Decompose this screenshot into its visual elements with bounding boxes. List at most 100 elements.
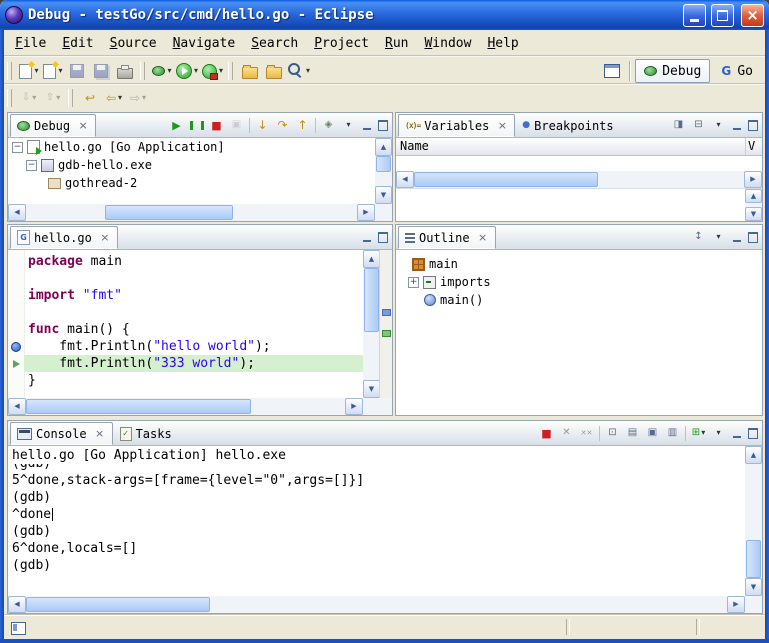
menu-source[interactable]: Source xyxy=(102,33,165,54)
title-bar[interactable]: Debug - testGo/src/cmd/hello.go - Eclips… xyxy=(0,0,769,30)
collapse-all-button[interactable]: ⊟ xyxy=(689,115,708,135)
scrollbar-thumb[interactable] xyxy=(105,205,233,220)
gutter-cell[interactable] xyxy=(8,355,24,372)
scrollbar-track[interactable] xyxy=(26,204,357,221)
minimize-window-button[interactable] xyxy=(683,4,706,27)
new-wizard-button[interactable]: ▾ xyxy=(17,60,41,82)
tab-outline[interactable]: Outline xyxy=(398,226,496,249)
tab-variables[interactable]: (x)= Variables xyxy=(398,114,515,137)
scroll-lock-button[interactable]: ⊡ xyxy=(603,423,622,443)
code-line[interactable]: fmt.Println("hello world"); xyxy=(24,338,363,355)
scroll-up-button[interactable] xyxy=(375,138,392,156)
new-project-button[interactable]: ▾ xyxy=(41,60,65,82)
scroll-up-button[interactable] xyxy=(745,446,762,464)
variables-tree[interactable] xyxy=(396,156,762,171)
menu-project[interactable]: Project xyxy=(306,33,377,54)
suspend-button[interactable] xyxy=(187,115,206,135)
open-console-button[interactable]: ⊞▾ xyxy=(689,423,708,443)
scroll-up-button[interactable] xyxy=(745,189,762,203)
outline-item-package[interactable]: main xyxy=(396,255,762,273)
sort-button[interactable]: ↕ xyxy=(689,227,708,247)
close-view-button[interactable] xyxy=(496,120,508,132)
debug-tree-row-launch[interactable]: hello.go [Go Application] xyxy=(8,138,392,156)
scrollbar-track[interactable] xyxy=(745,203,762,207)
step-return-button[interactable]: ↑ xyxy=(293,115,312,135)
horizontal-scrollbar[interactable] xyxy=(396,171,762,188)
console-minimize-button[interactable] xyxy=(729,425,744,441)
debug-tree-row-thread[interactable]: gothread-2 xyxy=(8,174,392,192)
restore-window-button[interactable] xyxy=(711,4,734,27)
remove-all-launches-button[interactable]: ✕✕ xyxy=(577,423,596,443)
gutter-cell[interactable] xyxy=(8,338,24,355)
pin-console-button[interactable]: ▣ xyxy=(643,423,662,443)
scroll-left-button[interactable] xyxy=(8,398,26,415)
code-line[interactable]: import "fmt" xyxy=(24,287,363,304)
gutter-cell[interactable] xyxy=(8,304,24,321)
scrollbar-track[interactable] xyxy=(375,156,392,186)
step-into-button[interactable]: ↓ xyxy=(253,115,272,135)
scroll-down-button[interactable] xyxy=(375,186,392,204)
tab-breakpoints[interactable]: ● Breakpoints xyxy=(516,115,619,136)
scroll-left-button[interactable] xyxy=(8,204,26,221)
code-line-current-debug-line[interactable]: fmt.Println("333 world"); xyxy=(24,355,363,372)
scroll-right-button[interactable] xyxy=(357,204,375,221)
search-button[interactable]: ▾ xyxy=(286,60,312,82)
code-line[interactable] xyxy=(24,270,363,287)
console-maximize-button[interactable] xyxy=(745,425,760,441)
horizontal-scrollbar[interactable] xyxy=(8,398,363,415)
vertical-scrollbar[interactable] xyxy=(375,138,392,204)
display-selected-console-button[interactable]: ▥ xyxy=(663,423,682,443)
variables-minimize-button[interactable] xyxy=(729,117,744,133)
show-type-names-button[interactable]: ◨ xyxy=(669,115,688,135)
scroll-right-button[interactable] xyxy=(727,596,745,613)
scroll-right-button[interactable] xyxy=(744,171,762,188)
toolbar-grip[interactable] xyxy=(140,62,145,80)
vertical-scrollbar[interactable] xyxy=(363,250,380,398)
code-line[interactable]: package main xyxy=(24,253,363,270)
menu-window[interactable]: Window xyxy=(416,33,479,54)
editor-maximize-button[interactable] xyxy=(375,229,390,245)
outline-maximize-button[interactable] xyxy=(745,229,760,245)
step-over-button[interactable]: ↷ xyxy=(273,115,292,135)
vertical-scrollbar[interactable] xyxy=(745,189,762,221)
last-edit-location-button[interactable]: ↩ xyxy=(78,87,102,109)
use-step-filters-button[interactable]: ◈ xyxy=(319,115,338,135)
run-launch-button[interactable]: ▾ xyxy=(174,60,200,82)
scrollbar-track[interactable] xyxy=(363,268,380,380)
variables-detail-pane[interactable] xyxy=(396,188,762,221)
back-button[interactable]: ⇦▾ xyxy=(102,87,126,109)
scroll-left-button[interactable] xyxy=(8,596,26,613)
scrollbar-thumb[interactable] xyxy=(376,156,391,172)
terminate-button[interactable]: ■ xyxy=(537,423,556,443)
previous-annotation-button[interactable]: ⇧▾ xyxy=(41,87,65,109)
scrollbar-track[interactable] xyxy=(745,464,762,578)
scrollbar-thumb[interactable] xyxy=(746,540,761,578)
expander-icon[interactable] xyxy=(26,160,37,171)
forward-button[interactable]: ⇨▾ xyxy=(126,87,150,109)
menu-search[interactable]: Search xyxy=(243,33,306,54)
editor-minimize-button[interactable] xyxy=(359,229,374,245)
gutter-cell[interactable] xyxy=(8,372,24,389)
code-line[interactable] xyxy=(24,304,363,321)
menu-edit[interactable]: Edit xyxy=(54,33,101,54)
close-editor-button[interactable] xyxy=(99,232,111,244)
scroll-down-button[interactable] xyxy=(745,578,762,596)
scroll-up-button[interactable] xyxy=(363,250,380,268)
gutter-cell[interactable] xyxy=(8,270,24,287)
toolbar-grip[interactable] xyxy=(7,62,12,80)
close-view-button[interactable] xyxy=(477,232,489,244)
debug-minimize-button[interactable] xyxy=(359,117,374,133)
outline-item-main-func[interactable]: main() xyxy=(396,291,762,309)
gutter-cell[interactable] xyxy=(8,253,24,270)
tab-hello-go[interactable]: hello.go xyxy=(10,226,118,249)
code-area[interactable]: package main import "fmt" func main() { … xyxy=(24,250,363,398)
menu-help[interactable]: Help xyxy=(479,33,526,54)
outline-view-menu-button[interactable]: ▾ xyxy=(709,227,728,247)
go-perspective-button[interactable]: Go xyxy=(712,60,761,82)
remove-launch-button[interactable]: ✕ xyxy=(557,423,576,443)
close-view-button[interactable] xyxy=(94,428,106,440)
scroll-down-button[interactable] xyxy=(363,380,380,398)
expander-icon[interactable] xyxy=(12,142,23,153)
menu-file[interactable]: File xyxy=(7,33,54,54)
code-line[interactable]: func main() { xyxy=(24,321,363,338)
